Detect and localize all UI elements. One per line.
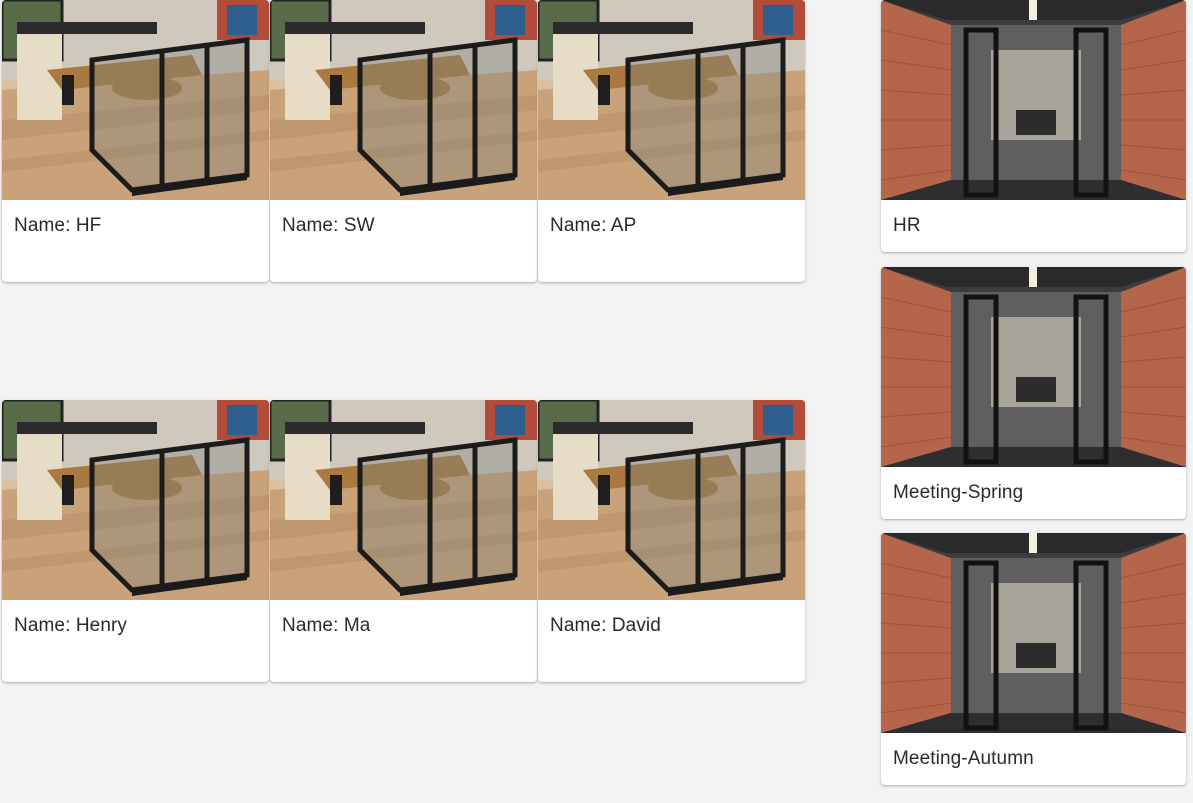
desk-name-label: Name: SW: [282, 215, 375, 236]
desk-card-ap[interactable]: Name: AP: [538, 0, 805, 282]
desk-card-david[interactable]: Name: David: [538, 400, 805, 682]
room-name-label: Meeting-Autumn: [893, 748, 1034, 769]
room-name-label: HR: [893, 215, 921, 236]
room-card-hr[interactable]: HR: [881, 0, 1186, 252]
hallway-image: [881, 533, 1186, 733]
cubicle-image: [538, 0, 805, 200]
desk-card-ma[interactable]: Name: Ma: [270, 400, 537, 682]
room-name-label: Meeting-Spring: [893, 482, 1024, 503]
desk-name-label: Name: David: [550, 615, 661, 636]
cubicle-image: [270, 400, 537, 600]
desk-card-hf[interactable]: Name: HF: [2, 0, 269, 282]
room-card-meeting-spring[interactable]: Meeting-Spring: [881, 267, 1186, 519]
cubicle-image: [270, 0, 537, 200]
cubicle-image: [538, 400, 805, 600]
desk-card-sw[interactable]: Name: SW: [270, 0, 537, 282]
desk-name-label: Name: HF: [14, 215, 102, 236]
desk-name-label: Name: Henry: [14, 615, 128, 636]
cubicle-image: [2, 400, 269, 600]
desk-card-henry[interactable]: Name: Henry: [2, 400, 269, 682]
desk-name-label: Name: Ma: [282, 615, 371, 636]
hallway-image: [881, 0, 1186, 200]
room-card-meeting-autumn[interactable]: Meeting-Autumn: [881, 533, 1186, 785]
hallway-image: [881, 267, 1186, 467]
desk-name-label: Name: AP: [550, 215, 637, 236]
cubicle-image: [2, 0, 269, 200]
